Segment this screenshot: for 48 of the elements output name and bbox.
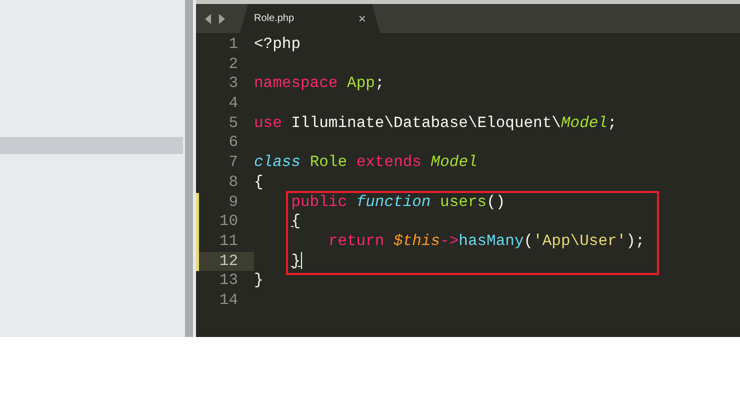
code-token: Illuminate\Database\Eloquent\: [291, 114, 561, 132]
code-token: Model: [560, 114, 608, 132]
line-number: 13: [218, 271, 239, 291]
code-token: Role: [310, 153, 348, 172]
sidebar-item[interactable]: [0, 137, 183, 154]
code-token: (: [524, 232, 534, 250]
code-token: 'App\User': [533, 232, 626, 250]
line-number: 7: [228, 153, 239, 173]
code-token: Model: [430, 153, 478, 172]
editor-tab[interactable]: Role.php ×: [240, 4, 380, 33]
code-token: class: [254, 153, 301, 172]
line-number: 2: [228, 54, 239, 74]
tab-navigation-icon[interactable]: [204, 12, 226, 24]
line-number: 3: [228, 74, 239, 94]
code-token: }: [291, 252, 300, 270]
code-token: extends: [356, 153, 422, 172]
code-token: return: [328, 232, 384, 250]
line-number: 12: [196, 252, 254, 272]
code-token: <?php: [254, 35, 301, 53]
line-number: 4: [228, 94, 239, 114]
code-token: use: [254, 114, 282, 132]
line-number: 5: [228, 114, 239, 134]
code-token: users: [440, 192, 487, 210]
line-number: 9: [196, 192, 254, 212]
code-token: ;: [607, 114, 617, 132]
code-token: namespace: [254, 74, 338, 92]
line-number: 1: [228, 35, 239, 55]
code-token: (): [486, 192, 506, 210]
code-token: ->: [440, 232, 459, 250]
line-number: 10: [196, 212, 254, 232]
close-tab-button[interactable]: ×: [358, 8, 366, 28]
line-number: 8: [228, 172, 239, 192]
code-token: );: [626, 232, 645, 250]
line-number: 6: [228, 133, 239, 154]
line-number: 11: [196, 232, 254, 252]
code-token: }: [254, 271, 264, 290]
code-token: hasMany: [458, 232, 524, 250]
line-number: 14: [218, 290, 239, 311]
code-token: function: [356, 192, 431, 210]
text-cursor: [300, 252, 302, 269]
code-token: App: [347, 74, 375, 92]
scrollbar-thumb[interactable]: [185, 0, 193, 337]
code-token: ;: [374, 74, 384, 92]
code-token: {: [291, 212, 300, 230]
code-token: {: [254, 172, 264, 191]
tab-label: Role.php: [254, 12, 294, 26]
code-token: $this: [394, 232, 440, 250]
code-token: public: [291, 192, 347, 210]
